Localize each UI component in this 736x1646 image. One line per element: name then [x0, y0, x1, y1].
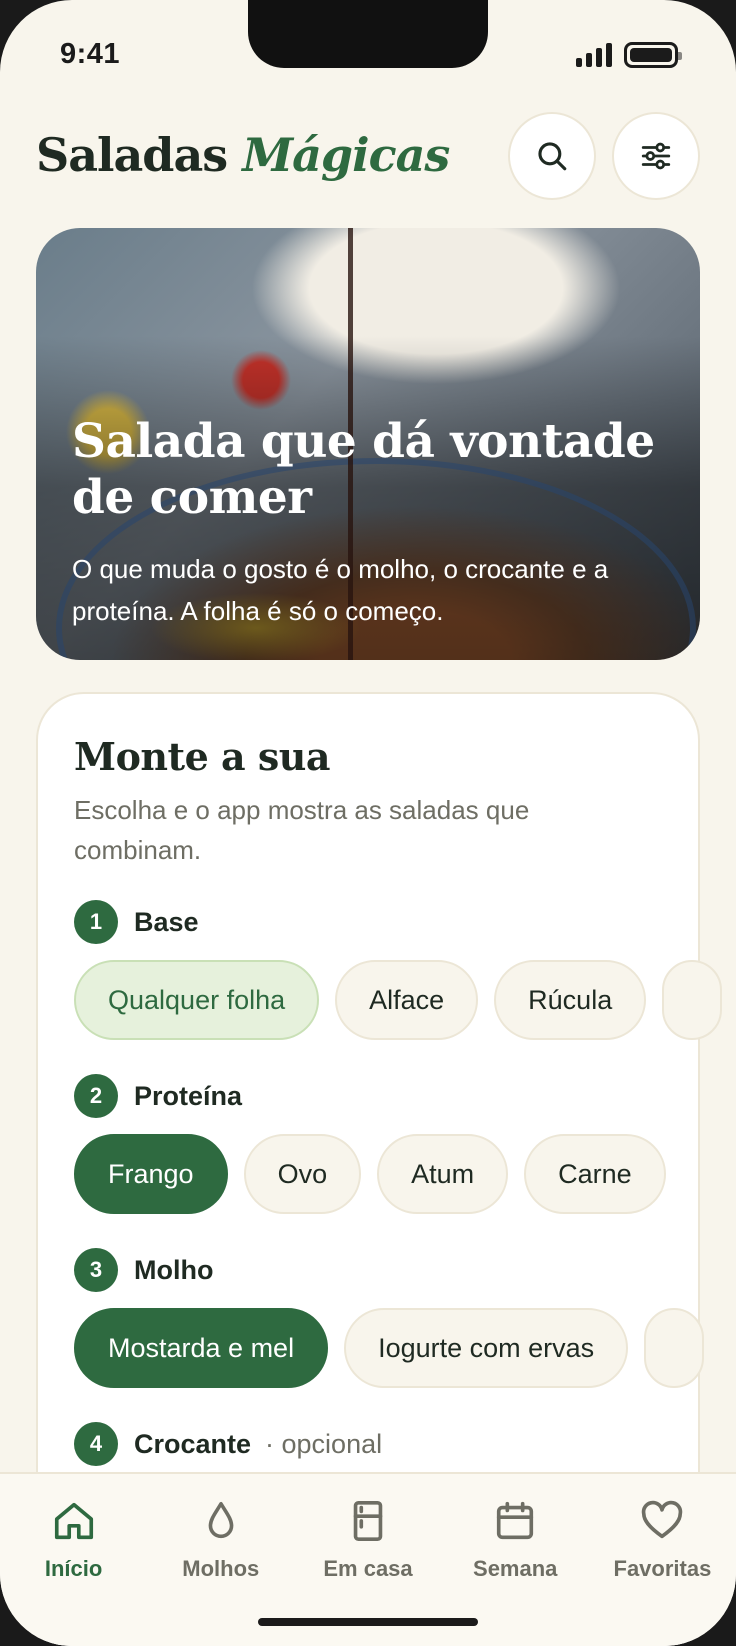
step-number: 3: [74, 1248, 118, 1292]
tab-label: Em casa: [323, 1556, 413, 1581]
app-title-main: Saladas: [36, 128, 228, 182]
step-base: 1 Base: [74, 900, 199, 944]
dynamic-island: [248, 0, 488, 68]
tab-label: Início: [44, 1556, 103, 1581]
sauce-chips: Mostarda e mel Iogurte com ervas: [74, 1308, 705, 1388]
step-protein: 2 Proteína: [74, 1074, 242, 1118]
app-title-accent: Mágicas: [242, 128, 450, 182]
chip-ovo[interactable]: Ovo: [243, 1134, 362, 1214]
builder-subtitle: Escolha e o app mostra as saladas que co…: [74, 795, 530, 865]
chip-iogurte-com-ervas[interactable]: Iogurte com ervas: [344, 1308, 629, 1388]
base-chips: Qualquer folha Alface Rúcula: [74, 960, 723, 1040]
hero-banner[interactable]: Salada que dá vontade de comer O que mud…: [36, 228, 700, 660]
app-screen: 9:41 Saladas Mágicas Salada que dá vonta…: [0, 0, 736, 1646]
tab-label: Molhos: [182, 1556, 260, 1581]
home-icon: [54, 1502, 93, 1540]
step-sauce: 3 Molho: [74, 1248, 213, 1292]
app-title: Saladas Mágicas: [36, 128, 450, 182]
step-number: 4: [74, 1422, 118, 1466]
chip-atum[interactable]: Atum: [377, 1134, 509, 1214]
chip-rucula[interactable]: Rúcula: [494, 960, 647, 1040]
hero-subtitle: O que muda o gosto é o molho, o crocante…: [72, 554, 609, 626]
drop-icon: [208, 1501, 234, 1539]
status-time: 9:41: [60, 38, 121, 70]
tab-favoritas[interactable]: Favoritas: [589, 1474, 736, 1646]
heart-icon: [642, 1500, 683, 1539]
search-icon: [538, 142, 567, 171]
search-button[interactable]: [508, 112, 596, 200]
chip-mostarda-e-mel[interactable]: Mostarda e mel: [74, 1308, 329, 1388]
hero-title: Salada que dá vontade de comer: [72, 414, 655, 525]
chip-partial[interactable]: [662, 960, 723, 1040]
step-label: Crocante: [134, 1428, 252, 1459]
step-label: Base: [134, 906, 199, 937]
optional-tag: · opcional: [265, 1428, 383, 1459]
builder-title: Monte a sua: [74, 734, 331, 779]
protein-chips: Frango Ovo Atum Carne: [74, 1134, 666, 1214]
status-icons: [576, 42, 682, 68]
fridge-icon: [353, 1500, 383, 1542]
tab-label: Semana: [473, 1556, 558, 1581]
filter-button[interactable]: [612, 112, 700, 200]
sliders-icon: [641, 142, 671, 170]
step-crunch: 4 Crocante · opcional: [74, 1422, 382, 1466]
home-indicator: [258, 1618, 478, 1626]
chip-carne[interactable]: Carne: [524, 1134, 666, 1214]
calendar-icon: [497, 1501, 534, 1540]
chip-frango[interactable]: Frango: [74, 1134, 228, 1214]
step-number: 2: [74, 1074, 118, 1118]
tab-label: Favoritas: [613, 1556, 712, 1581]
chip-alface[interactable]: Alface: [335, 960, 479, 1040]
battery-icon: [624, 42, 682, 68]
step-label: Molho: [134, 1254, 214, 1285]
signal-icon: [576, 43, 612, 67]
chip-qualquer-folha[interactable]: Qualquer folha: [74, 960, 320, 1040]
tab-inicio[interactable]: Início: [0, 1474, 147, 1646]
chip-partial[interactable]: [644, 1308, 705, 1388]
step-number: 1: [74, 900, 118, 944]
step-label: Proteína: [134, 1080, 243, 1111]
